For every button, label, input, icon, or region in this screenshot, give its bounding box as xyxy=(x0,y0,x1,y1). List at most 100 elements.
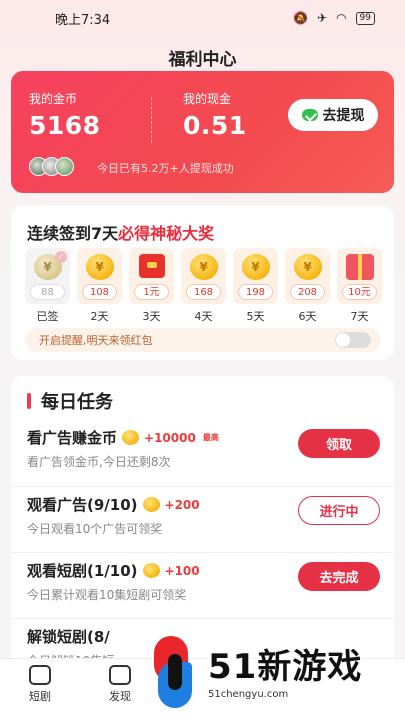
checked-icon: ✓ xyxy=(55,251,67,263)
day-label: 7天 xyxy=(350,310,369,323)
day-amount: 10元 xyxy=(342,284,377,300)
day-label: 4天 xyxy=(194,310,213,323)
day-label: 6天 xyxy=(298,310,317,323)
title-accent-bar xyxy=(27,393,31,409)
cash-value: 0.51 xyxy=(183,111,247,140)
task-desc: 今日累计观看10集短剧可领奖 xyxy=(27,588,187,602)
task-row: 看广告赚金币 +10000 最高 看广告领金币,今日还剩8次 领取 xyxy=(11,420,394,486)
reminder-row: 开启提醒,明天来领红包 xyxy=(25,328,381,352)
checkin-title-prefix: 连续签到7天 xyxy=(27,224,119,243)
cash-label: 我的现金 xyxy=(183,92,232,106)
task-reward: +200 xyxy=(164,497,200,512)
day-amount: 198 xyxy=(238,284,273,300)
day-amount: 88 xyxy=(30,284,65,300)
day-reward-box: ¥ 198 xyxy=(233,248,278,304)
checkin-day[interactable]: ¥ ✓ 88 已签 xyxy=(25,248,70,324)
watermark-title: 51新游戏 xyxy=(208,646,363,687)
day-reward-box: ¥ 168 xyxy=(181,248,226,304)
checkin-days: ¥ ✓ 88 已签 ¥ 108 2天 1元 3天 ¥ 168 4天 ¥ 198 … xyxy=(25,248,382,324)
mute-icon: 🔕 xyxy=(293,11,308,25)
status-icons: 🔕 ✈ ◠ 99 xyxy=(293,11,375,25)
airplane-icon: ✈ xyxy=(317,11,328,25)
day-label: 已签 xyxy=(36,310,59,323)
tab-label: 发现 xyxy=(109,690,131,703)
watermark-text: 51新游戏 51chengyu.com xyxy=(208,647,362,700)
day-amount: 1元 xyxy=(134,284,169,300)
checkin-title: 连续签到7天必得神秘大奖 xyxy=(27,220,214,244)
tab-short-drama[interactable]: 短剧 xyxy=(15,665,65,704)
tab-discover[interactable]: 发现 xyxy=(95,665,145,704)
day-label: 5天 xyxy=(246,310,265,323)
user-avatars xyxy=(29,157,74,176)
avatar xyxy=(55,157,74,176)
reminder-text: 开启提醒,明天来领红包 xyxy=(39,334,153,347)
day-amount: 108 xyxy=(82,284,117,300)
coin-icon: ¥ xyxy=(189,254,218,280)
home-icon xyxy=(29,665,51,685)
day-reward-box: 1元 xyxy=(129,248,174,304)
site-watermark: 51新游戏 51chengyu.com xyxy=(148,626,405,720)
task-reward: +100 xyxy=(164,563,200,578)
task-name-row: 解锁短剧(8/ xyxy=(27,626,110,647)
day-amount: 208 xyxy=(290,284,325,300)
task-row: 观看短剧(1/10) +100 今日累计观看10集短剧可领奖 去完成 xyxy=(11,552,394,618)
coin-icon xyxy=(142,563,160,578)
watermark-url: 51chengyu.com xyxy=(208,688,289,700)
gift-box-icon xyxy=(345,254,374,280)
task-name: 观看短剧(1/10) xyxy=(27,562,138,580)
day-amount: 168 xyxy=(186,284,221,300)
day-label: 2天 xyxy=(90,310,109,323)
withdraw-label: 去提现 xyxy=(322,108,365,124)
wifi-icon: ◠ xyxy=(336,11,347,25)
page-title: 福利中心 xyxy=(168,50,237,70)
tab-label: 短剧 xyxy=(29,690,51,703)
coin-icon xyxy=(122,430,140,445)
status-bar: 晚上7:34 🔕 ✈ ◠ 99 xyxy=(0,0,405,36)
coin-icon: ¥ xyxy=(85,254,114,280)
task-row: 观看广告(9/10) +200 今日观看10个广告可领奖 进行中 xyxy=(11,486,394,552)
day-reward-box: 10元 xyxy=(337,248,382,304)
task-name-row: 观看短剧(1/10) +100 xyxy=(27,560,200,581)
watermark-logo-icon xyxy=(148,636,200,710)
task-desc: 今日观看10个广告可领奖 xyxy=(27,522,163,536)
withdraw-success-text: 今日已有5.2万+人提现成功 xyxy=(97,162,234,175)
battery-icon: 99 xyxy=(355,11,375,25)
task-desc: 看广告领金币,今日还剩8次 xyxy=(27,455,171,469)
day-reward-box: ¥ ✓ 88 xyxy=(25,248,70,304)
task-name: 观看广告(9/10) xyxy=(27,496,138,514)
withdraw-button[interactable]: 去提现 xyxy=(288,99,378,131)
status-time: 晚上7:34 xyxy=(55,12,111,28)
coins-value: 5168 xyxy=(29,111,101,140)
play-icon xyxy=(109,665,131,685)
checkin-card: 连续签到7天必得神秘大奖 ¥ ✓ 88 已签 ¥ 108 2天 1元 3天 ¥ … xyxy=(11,206,394,360)
day-label: 3天 xyxy=(142,310,161,323)
checkin-day[interactable]: ¥ 198 5天 xyxy=(233,248,278,324)
wallet-divider xyxy=(151,97,152,143)
task-name-row: 看广告赚金币 +10000 最高 xyxy=(27,427,219,448)
checkin-day[interactable]: ¥ 108 2天 xyxy=(77,248,122,324)
reminder-toggle[interactable] xyxy=(335,332,371,348)
checkin-title-highlight: 必得神秘大奖 xyxy=(118,224,215,243)
coins-label: 我的金币 xyxy=(29,92,78,106)
coin-icon: ¥ xyxy=(241,254,270,280)
tasks-header: 每日任务 xyxy=(27,388,113,414)
wechat-icon xyxy=(301,109,318,121)
checkin-day[interactable]: ¥ 168 4天 xyxy=(181,248,226,324)
task-reward-badge: 最高 xyxy=(202,433,219,442)
task-reward: +10000 xyxy=(144,430,196,445)
claim-button[interactable]: 领取 xyxy=(298,429,380,458)
day-reward-box: ¥ 108 xyxy=(77,248,122,304)
task-name: 解锁短剧(8/ xyxy=(27,628,110,646)
wallet-card: 我的金币 5168 我的现金 0.51 去提现 今日已有5.2万+人提现成功 xyxy=(11,71,394,193)
checkin-day[interactable]: 1元 3天 xyxy=(129,248,174,324)
task-name: 看广告赚金币 xyxy=(27,429,118,447)
tasks-title: 每日任务 xyxy=(41,392,113,413)
day-reward-box: ¥ 208 xyxy=(285,248,330,304)
checkin-day[interactable]: ¥ 208 6天 xyxy=(285,248,330,324)
go-complete-button[interactable]: 去完成 xyxy=(298,562,380,591)
task-name-row: 观看广告(9/10) +200 xyxy=(27,494,200,515)
checkin-day[interactable]: 10元 7天 xyxy=(337,248,382,324)
coin-icon: ¥ xyxy=(293,254,322,280)
in-progress-button[interactable]: 进行中 xyxy=(298,496,380,525)
red-packet-icon xyxy=(138,254,165,278)
